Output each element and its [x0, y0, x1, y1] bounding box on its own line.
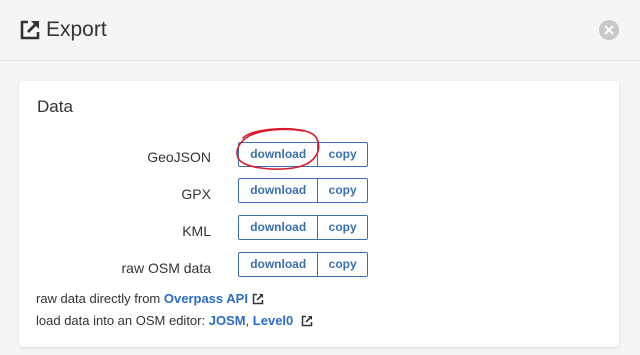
close-icon [604, 25, 614, 35]
modal-title: Export [46, 18, 107, 41]
card-title: Data [37, 97, 73, 116]
copy-gpx-button[interactable]: copy [318, 179, 367, 202]
format-actions-geojson: download copy [238, 142, 368, 167]
external-link-icon [302, 315, 313, 327]
overpass-api-link[interactable]: Overpass API [164, 291, 248, 306]
external-link-icon [252, 293, 264, 305]
data-card [19, 81, 619, 347]
download-kml-button[interactable]: download [239, 216, 319, 239]
download-raw-osm-button[interactable]: download [239, 253, 319, 276]
editor-separator: , [245, 313, 253, 328]
copy-geojson-button[interactable]: copy [318, 143, 367, 166]
close-button[interactable] [599, 20, 619, 40]
format-label-gpx: GPX [181, 186, 211, 202]
copy-raw-osm-button[interactable]: copy [318, 253, 367, 276]
editor-prefix: load data into an OSM editor: [36, 313, 209, 328]
raw-data-line: raw data directly from Overpass API [36, 291, 264, 307]
editor-line: load data into an OSM editor: JOSM, Leve… [36, 313, 313, 329]
format-actions-kml: download copy [238, 215, 368, 240]
format-label-raw-osm: raw OSM data [121, 260, 211, 276]
raw-data-prefix: raw data directly from [36, 291, 164, 306]
format-actions-gpx: download copy [238, 178, 368, 203]
copy-kml-button[interactable]: copy [318, 216, 367, 239]
format-label-geojson: GeoJSON [147, 149, 211, 165]
format-label-kml: KML [182, 223, 211, 239]
modal-header: Export [0, 0, 640, 61]
format-actions-raw-osm: download copy [238, 252, 368, 277]
josm-link[interactable]: JOSM [209, 313, 246, 328]
external-link-icon [20, 20, 40, 40]
download-geojson-button[interactable]: download [239, 143, 319, 166]
level0-link[interactable]: Level0 [253, 313, 293, 328]
download-gpx-button[interactable]: download [239, 179, 319, 202]
